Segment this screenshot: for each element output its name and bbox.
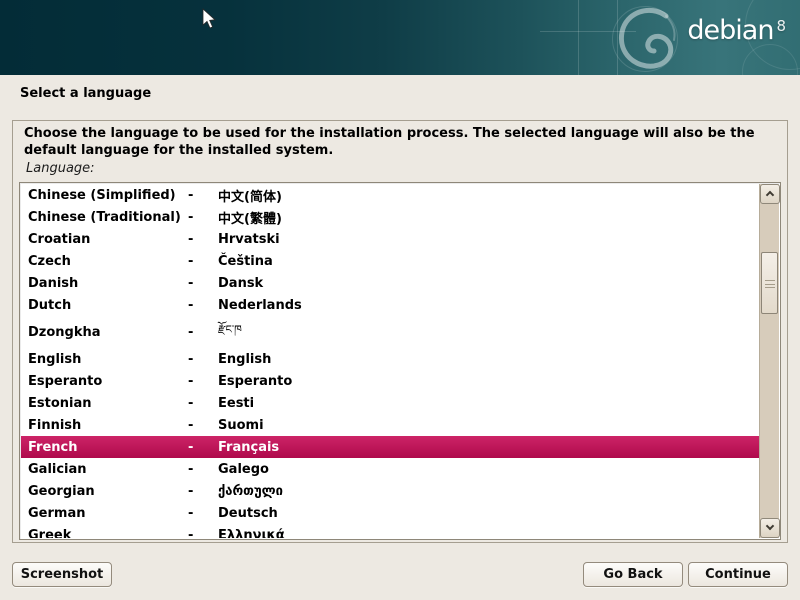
language-name: Czech xyxy=(28,254,188,269)
language-row[interactable]: Esperanto - Esperanto xyxy=(21,370,759,392)
language-separator: - xyxy=(188,440,218,455)
scrollbar-grip-icon xyxy=(765,280,775,288)
language-separator: - xyxy=(188,484,218,499)
language-native: English xyxy=(218,352,759,367)
language-name: Galician xyxy=(28,462,188,477)
language-name: English xyxy=(28,352,188,367)
installer-window: debian 8 Select a language Choose the la… xyxy=(0,0,800,600)
language-native: Čeština xyxy=(218,254,759,269)
language-row[interactable]: Dzongkha - རྫོང་ཁ xyxy=(21,316,759,348)
language-name: Danish xyxy=(28,276,188,291)
brand-name: debian xyxy=(687,16,773,46)
language-native: Suomi xyxy=(218,418,759,433)
brand-logo: debian 8 xyxy=(687,16,786,46)
dialog-panel: Choose the language to be used for the i… xyxy=(12,120,788,543)
language-name: Dzongkha xyxy=(28,325,188,340)
go-back-button[interactable]: Go Back xyxy=(583,562,683,587)
language-native: Nederlands xyxy=(218,298,759,313)
scroll-up-button[interactable] xyxy=(760,184,780,204)
language-native: Ελληνικά xyxy=(218,528,759,539)
language-native: 中文(繁體) xyxy=(218,208,759,227)
language-row[interactable]: Chinese (Traditional) - 中文(繁體) xyxy=(21,206,759,228)
language-separator: - xyxy=(188,254,218,269)
language-row[interactable]: Chinese (Simplified) - 中文(简体) xyxy=(21,184,759,206)
language-native: Galego xyxy=(218,462,759,477)
language-name: Georgian xyxy=(28,484,188,499)
language-row[interactable]: Finnish - Suomi xyxy=(21,414,759,436)
language-name: Greek xyxy=(28,528,188,539)
language-separator: - xyxy=(188,374,218,389)
language-native: རྫོང་ཁ xyxy=(218,317,759,348)
language-native: ქართული xyxy=(218,484,759,499)
language-name: Estonian xyxy=(28,396,188,411)
debian-swirl-logo-icon xyxy=(612,2,684,74)
language-name: Esperanto xyxy=(28,374,188,389)
language-native: 中文(简体) xyxy=(218,186,759,205)
page-title: Select a language xyxy=(20,86,151,101)
language-row[interactable]: Dutch - Nederlands xyxy=(21,294,759,316)
mouse-cursor-icon xyxy=(202,8,218,30)
language-separator: - xyxy=(188,418,218,433)
language-separator: - xyxy=(188,325,218,340)
language-name: Chinese (Simplified) xyxy=(28,188,188,203)
instruction-text: Choose the language to be used for the i… xyxy=(24,125,776,159)
chevron-up-icon xyxy=(766,191,774,199)
language-separator: - xyxy=(188,210,218,225)
language-row[interactable]: Croatian - Hrvatski xyxy=(21,228,759,250)
screenshot-button[interactable]: Screenshot xyxy=(12,562,112,587)
language-separator: - xyxy=(188,188,218,203)
scroll-down-button[interactable] xyxy=(760,518,780,538)
language-row[interactable]: Estonian - Eesti xyxy=(21,392,759,414)
language-row[interactable]: Georgian - ქართული xyxy=(21,480,759,502)
language-row[interactable]: Czech - Čeština xyxy=(21,250,759,272)
chevron-down-icon xyxy=(766,522,774,530)
language-row[interactable]: French - Français xyxy=(21,436,759,458)
language-name: Finnish xyxy=(28,418,188,433)
language-name: Chinese (Traditional) xyxy=(28,210,188,225)
language-native: Esperanto xyxy=(218,374,759,389)
language-native: Eesti xyxy=(218,396,759,411)
language-row[interactable]: Greek - Ελληνικά xyxy=(21,524,759,538)
language-row[interactable]: English - English xyxy=(21,348,759,370)
scrollbar-thumb[interactable] xyxy=(761,252,778,314)
language-row[interactable]: German - Deutsch xyxy=(21,502,759,524)
language-name: German xyxy=(28,506,188,521)
language-list: Chinese (Simplified) - 中文(简体) Chinese (T… xyxy=(21,184,759,538)
language-separator: - xyxy=(188,506,218,521)
language-row[interactable]: Galician - Galego xyxy=(21,458,759,480)
language-separator: - xyxy=(188,396,218,411)
banner: debian 8 xyxy=(0,0,800,75)
language-separator: - xyxy=(188,352,218,367)
language-native: Français xyxy=(218,440,759,455)
language-separator: - xyxy=(188,276,218,291)
language-name: Dutch xyxy=(28,298,188,313)
language-field-label: Language: xyxy=(26,161,95,176)
language-native: Deutsch xyxy=(218,506,759,521)
language-name: Croatian xyxy=(28,232,188,247)
language-listbox: Chinese (Simplified) - 中文(简体) Chinese (T… xyxy=(19,182,781,540)
language-row[interactable]: Danish - Dansk xyxy=(21,272,759,294)
brand-version: 8 xyxy=(776,17,786,35)
continue-button[interactable]: Continue xyxy=(688,562,788,587)
language-separator: - xyxy=(188,298,218,313)
scrollbar[interactable] xyxy=(759,184,779,538)
language-separator: - xyxy=(188,528,218,539)
language-separator: - xyxy=(188,462,218,477)
language-name: French xyxy=(28,440,188,455)
language-native: Dansk xyxy=(218,276,759,291)
language-native: Hrvatski xyxy=(218,232,759,247)
banner-hairline xyxy=(578,0,579,75)
language-separator: - xyxy=(188,232,218,247)
